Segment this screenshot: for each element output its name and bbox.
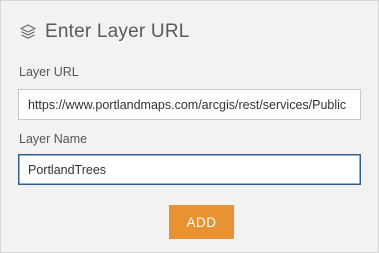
layers-icon bbox=[19, 23, 37, 41]
add-button[interactable]: ADD bbox=[169, 205, 234, 239]
layer-url-input[interactable] bbox=[18, 89, 361, 120]
layer-url-label: Layer URL bbox=[19, 65, 79, 79]
panel-title: Enter Layer URL bbox=[45, 21, 190, 42]
panel-header: Enter Layer URL bbox=[19, 19, 190, 45]
layer-name-label: Layer Name bbox=[19, 132, 88, 146]
layer-name-input[interactable] bbox=[18, 154, 361, 185]
enter-layer-url-panel: Enter Layer URL Layer URL Layer Name ADD bbox=[0, 0, 379, 253]
